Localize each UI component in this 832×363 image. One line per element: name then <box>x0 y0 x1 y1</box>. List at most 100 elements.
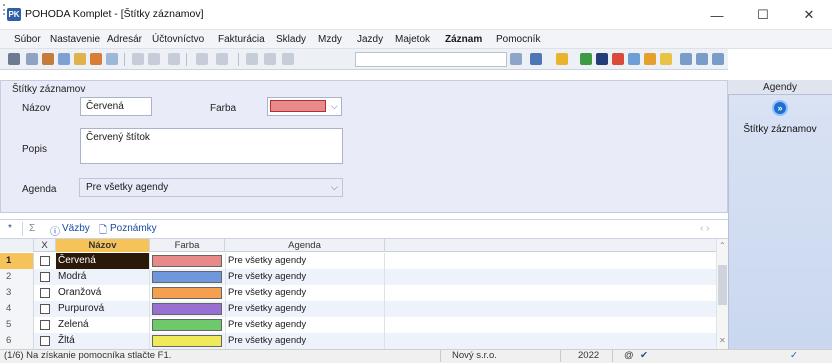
agenda-dropdown[interactable]: Pre všetky agendy <box>79 178 343 197</box>
row-number: 6 <box>0 333 34 349</box>
row-name: Modrá <box>56 269 150 285</box>
red-tool-icon[interactable] <box>612 53 624 65</box>
agendy-panel <box>728 80 832 349</box>
menu-jazdy[interactable]: Jazdy <box>357 34 383 45</box>
asterisk-tab[interactable]: * <box>8 223 12 234</box>
full-window-icon[interactable] <box>712 53 724 65</box>
edit-icon[interactable] <box>148 53 160 65</box>
first-record-icon[interactable] <box>26 53 38 65</box>
list-icon[interactable] <box>106 53 118 65</box>
menu-sklady[interactable]: Sklady <box>276 34 306 45</box>
form-group-title: Štítky záznamov <box>12 84 86 95</box>
people-icon[interactable] <box>644 53 656 65</box>
filter-icon[interactable] <box>282 53 294 65</box>
status-ok-icon[interactable]: ✓ <box>790 350 798 361</box>
menu-subor[interactable]: Súbor <box>14 34 41 45</box>
globe-icon[interactable] <box>596 53 608 65</box>
menu-uctovnictvo[interactable]: Účtovníctvo <box>152 34 204 45</box>
table-row[interactable]: 3 Oranžová Pre všetky agendy <box>0 285 716 301</box>
delete-icon[interactable] <box>168 53 180 65</box>
menu-adresar[interactable]: Adresár <box>107 34 142 45</box>
green-icon[interactable] <box>580 53 592 65</box>
row-checkbox[interactable] <box>40 272 50 282</box>
export-icon[interactable] <box>90 53 102 65</box>
column-header-agenda[interactable]: Agenda <box>225 239 385 252</box>
row-number: 5 <box>0 317 34 333</box>
menu-majetok[interactable]: Majetok <box>395 34 430 45</box>
tab-poznamky[interactable]: Poznámky <box>110 223 157 234</box>
scroll-close-icon[interactable]: ✕ <box>719 336 726 345</box>
scroll-up-icon[interactable]: ⌃ <box>719 241 726 250</box>
agenda-shortcut-icon[interactable]: » <box>772 100 788 116</box>
menu-zaznam[interactable]: Záznam <box>445 34 482 45</box>
row-checkbox[interactable] <box>40 336 50 346</box>
farba-label: Farba <box>210 103 237 114</box>
row-checkbox[interactable] <box>40 288 50 298</box>
agenda-shortcut-label[interactable]: Štítky záznamov <box>728 124 832 135</box>
sum-icon[interactable] <box>530 53 542 65</box>
status-at: @ <box>624 350 634 361</box>
back-arrow-icon[interactable] <box>196 53 208 65</box>
chevron-down-icon[interactable]: ⌵ <box>331 101 338 112</box>
menu-grip-handle[interactable] <box>3 4 5 15</box>
row-checkbox[interactable] <box>40 256 50 266</box>
maximize-button[interactable]: ☐ <box>740 0 786 30</box>
table-row[interactable]: 1 Červená Pre všetky agendy <box>0 253 716 269</box>
column-header-farba[interactable]: Farba <box>150 239 225 252</box>
row-agenda: Pre všetky agendy <box>225 253 385 269</box>
dropdown-icon[interactable] <box>510 53 522 65</box>
farba-color-swatch <box>270 100 326 112</box>
row-color-swatch <box>152 319 222 331</box>
folder-icon[interactable] <box>556 53 568 65</box>
copy-icon[interactable] <box>74 53 86 65</box>
status-separator <box>560 350 561 362</box>
toolbar-search-field[interactable] <box>355 52 507 67</box>
tab-vazby[interactable]: Väzby <box>62 223 90 234</box>
status-year: 2022 <box>578 350 600 361</box>
status-hint: (1/6) Na získanie pomocníka stlačte F1. <box>4 350 172 361</box>
forward-arrow-icon[interactable] <box>216 53 228 65</box>
row-number: 2 <box>0 269 34 285</box>
cancel-icon[interactable] <box>264 53 276 65</box>
row-name: Žltá <box>56 333 150 349</box>
grip-icon[interactable] <box>8 53 20 65</box>
close-button[interactable]: ✕ <box>786 0 832 30</box>
nazov-input[interactable]: Červená <box>80 97 152 116</box>
grid-scrollbar-thumb[interactable] <box>718 265 727 305</box>
menu-fakturacia[interactable]: Fakturácia <box>218 34 265 45</box>
row-name: Oranžová <box>56 285 150 301</box>
column-header-x[interactable]: X <box>34 239 56 252</box>
status-company: Nový s.r.o. <box>452 350 497 361</box>
row-number: 4 <box>0 301 34 317</box>
menu-mzdy[interactable]: Mzdy <box>318 34 342 45</box>
popis-textarea[interactable]: Červený štítok <box>80 128 343 164</box>
menu-pomocnik[interactable]: Pomocník <box>496 34 540 45</box>
info-icon: ⓘ <box>50 227 60 238</box>
minimize-button[interactable]: — <box>694 0 740 30</box>
table-row[interactable]: 2 Modrá Pre všetky agendy <box>0 269 716 285</box>
split-window-icon[interactable] <box>696 53 708 65</box>
toolbar-separator <box>186 53 187 66</box>
filter-sum-icon[interactable]: Σ <box>29 223 35 234</box>
row-checkbox[interactable] <box>40 304 50 314</box>
new-record-icon[interactable] <box>132 53 144 65</box>
chevron-down-icon[interactable]: ⌵ <box>331 182 338 193</box>
column-header-nazov[interactable]: Názov <box>56 239 150 252</box>
save-icon[interactable] <box>246 53 258 65</box>
calendar-icon[interactable] <box>628 53 640 65</box>
table-row[interactable]: 4 Purpurová Pre všetky agendy <box>0 301 716 317</box>
agenda-label: Agenda <box>22 184 57 195</box>
preview-icon[interactable] <box>58 53 70 65</box>
window-icon[interactable] <box>680 53 692 65</box>
row-checkbox[interactable] <box>40 320 50 330</box>
row-color-swatch <box>152 287 222 299</box>
iban-icon[interactable] <box>660 53 672 65</box>
row-number: 3 <box>0 285 34 301</box>
row-agenda: Pre všetky agendy <box>225 285 385 301</box>
tab-scroll-arrows[interactable]: ‹ › <box>700 223 709 234</box>
table-row[interactable]: 6 Žltá Pre všetky agendy <box>0 333 716 349</box>
menu-nastavenie[interactable]: Nastavenie <box>50 34 100 45</box>
print-icon[interactable] <box>42 53 54 65</box>
status-separator <box>440 350 441 362</box>
table-row[interactable]: 5 Zelená Pre všetky agendy <box>0 317 716 333</box>
